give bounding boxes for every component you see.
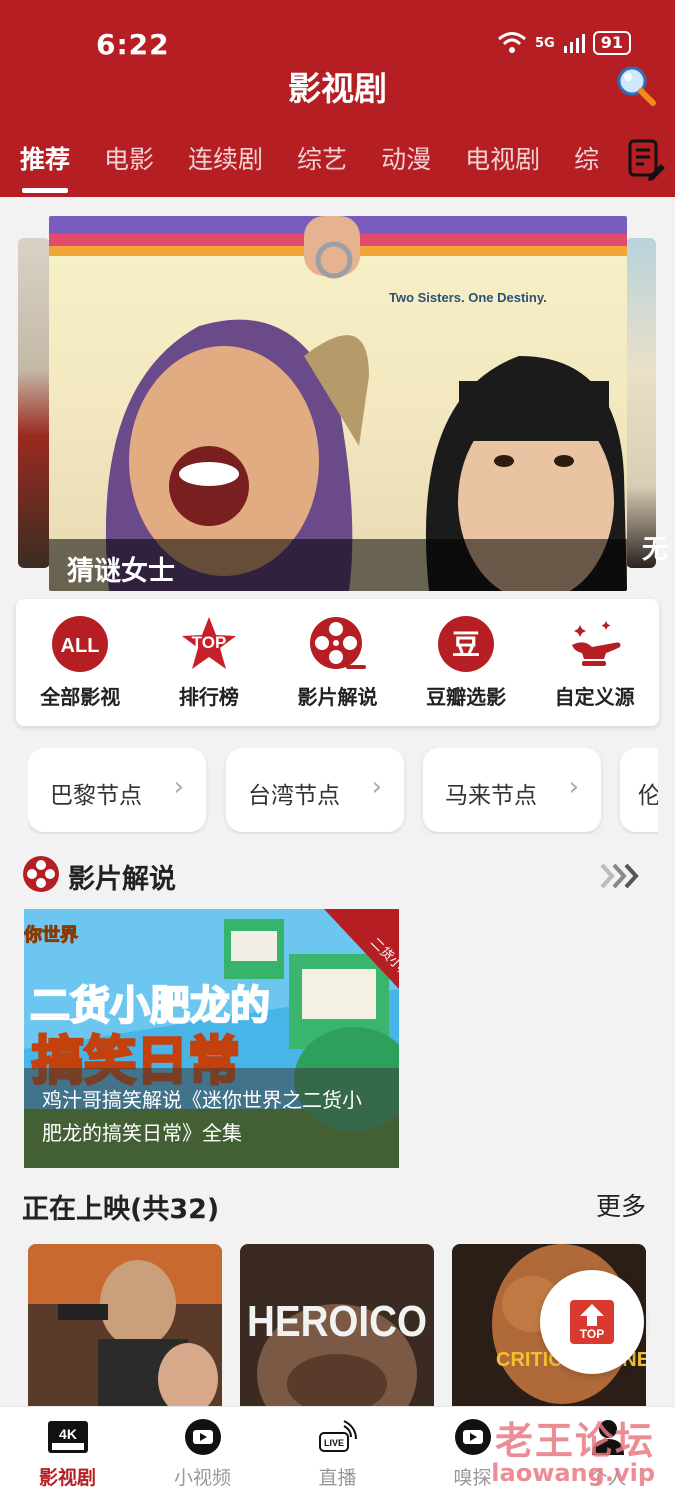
quick-all-videos[interactable]: ALL 全部影视 xyxy=(20,615,140,710)
film-reel-icon xyxy=(23,856,59,892)
banner-next-slide[interactable]: 无 xyxy=(626,238,668,568)
feature-caption: 鸡汁哥搞笑解说《迷你世界之二货小肥龙的搞笑日常》全集 xyxy=(42,1088,362,1145)
chevron-right-icon: › xyxy=(173,772,184,802)
watermark-text: 老王论坛 xyxy=(494,1419,655,1463)
node-label: 巴黎节点 xyxy=(50,783,142,809)
poster-image xyxy=(28,1244,222,1406)
play-circle-icon xyxy=(454,1419,491,1455)
category-tabs: 推荐 电影 连续剧 综艺 动漫 电视剧 综 xyxy=(0,140,600,197)
nav-label: 嗅探 xyxy=(453,1467,492,1489)
section-title: 正在上映(共32) xyxy=(22,1194,220,1225)
tab-series[interactable]: 连续剧 xyxy=(188,140,263,176)
more-arrows-icon[interactable] xyxy=(598,859,642,893)
chevron-right-icon: › xyxy=(371,772,382,802)
banner-caption-bar: 猜谜女士 xyxy=(49,539,627,591)
tab-variety-2[interactable]: 综 xyxy=(574,140,599,176)
quick-all-label: 全部影视 xyxy=(40,685,121,709)
poster-image: HEROICO xyxy=(240,1244,434,1406)
battery-indicator: 91 xyxy=(592,31,631,55)
node-taiwan[interactable]: 台湾节点 › xyxy=(226,748,404,832)
watermark: 老王论坛 laowang.vip xyxy=(491,1410,655,1487)
svg-text:4K: 4K xyxy=(59,1426,77,1442)
film-reel-icon xyxy=(310,617,367,669)
4k-icon: 4K xyxy=(47,1421,88,1453)
nav-live[interactable]: LIVE 直播 xyxy=(273,1407,403,1500)
quick-commentary[interactable]: 影片解说 xyxy=(277,615,397,710)
banner-tagline: Two Sisters. One Destiny. xyxy=(389,290,547,305)
nav-label: 小视频 xyxy=(173,1467,231,1489)
douban-icon: 豆 xyxy=(438,616,495,672)
all-icon: ALL xyxy=(52,616,109,672)
svg-text:豆: 豆 xyxy=(452,628,480,661)
chevron-right-icon: › xyxy=(568,772,579,802)
svg-text:你世界: 你世界 xyxy=(24,924,78,946)
quick-commentary-label: 影片解说 xyxy=(297,685,378,709)
signal-icon xyxy=(563,34,585,53)
section-title: 影片解说 xyxy=(68,864,176,895)
banner-next-caption: 无 xyxy=(642,535,669,565)
page-title: 影视剧 xyxy=(288,69,387,108)
top-arrow-icon: TOP xyxy=(570,1300,614,1344)
nav-movies[interactable]: 4K 影视剧 xyxy=(3,1407,133,1500)
banner-title: 猜谜女士 xyxy=(67,556,175,587)
quick-douban[interactable]: 豆 豆瓣选影 xyxy=(406,615,526,710)
play-circle-icon xyxy=(184,1419,221,1455)
poster-card[interactable] xyxy=(28,1244,222,1406)
watermark-domain: laowang.vip xyxy=(491,1459,655,1487)
poster-title: HEROICO xyxy=(247,1297,427,1346)
tab-tv[interactable]: 电视剧 xyxy=(465,140,540,176)
quick-ranking-label: 排行榜 xyxy=(178,685,239,709)
tab-variety[interactable]: 综艺 xyxy=(297,140,347,176)
nav-label: 直播 xyxy=(318,1467,357,1489)
more-link[interactable]: 更多 xyxy=(596,1187,646,1223)
poster-card[interactable]: HEROICO xyxy=(240,1244,434,1406)
magic-lamp-icon xyxy=(571,621,621,666)
tab-anime[interactable]: 动漫 xyxy=(381,140,431,176)
wifi-icon xyxy=(498,32,526,53)
app-header: 6:22 5G 91 影视剧 推荐 电影 连续剧 综艺 动漫 电视剧 综 xyxy=(0,0,675,197)
feature-caption-bar: 鸡汁哥搞笑解说《迷你世界之二货小肥龙的搞笑日常》全集 xyxy=(24,1068,399,1168)
svg-text:ALL: ALL xyxy=(61,635,100,657)
commentary-feature-card[interactable]: 二货小肥龙 你世界 二货小肥龙的 搞笑日常 鸡汁哥搞笑解说《迷你世界之二货小肥龙… xyxy=(24,909,399,1168)
node-label: 台湾节点 xyxy=(248,783,340,809)
search-icon[interactable] xyxy=(615,64,657,106)
node-label: 伦 xyxy=(638,783,658,809)
node-label: 马来节点 xyxy=(445,783,537,809)
banner-poster-image: Two Sisters. One Destiny. xyxy=(49,216,627,591)
svg-text:TOP: TOP xyxy=(192,633,227,652)
quick-douban-label: 豆瓣选影 xyxy=(426,685,507,709)
edit-notes-icon[interactable] xyxy=(627,138,667,182)
quick-ranking[interactable]: TOP 排行榜 xyxy=(149,615,269,710)
live-icon: LIVE xyxy=(318,1420,357,1452)
banner-prev-slide[interactable] xyxy=(18,238,50,568)
tab-movies[interactable]: 电影 xyxy=(104,140,154,176)
quick-menu: ALL 全部影视 TOP 排行榜 影片解说 豆 豆瓣选影 自定义源 xyxy=(16,599,659,726)
tab-recommend[interactable]: 推荐 xyxy=(20,140,70,193)
nav-short-video[interactable]: 小视频 xyxy=(138,1407,268,1500)
status-time: 6:22 xyxy=(96,28,170,61)
svg-text:LIVE: LIVE xyxy=(323,1438,343,1448)
quick-custom-source[interactable]: 自定义源 xyxy=(535,615,655,710)
back-to-top-button[interactable]: TOP xyxy=(540,1270,644,1374)
server-nodes-row: 巴黎节点 › 台湾节点 › 马来节点 › 伦 xyxy=(28,748,658,834)
status-icons: 5G 91 xyxy=(497,31,631,55)
svg-text:二货小肥龙的: 二货小肥龙的 xyxy=(30,983,270,1029)
quick-custom-label: 自定义源 xyxy=(554,685,635,709)
svg-text:TOP: TOP xyxy=(580,1327,604,1341)
banner-slide[interactable]: Two Sisters. One Destiny. 猜谜女士 xyxy=(49,216,627,591)
network-label: 5G xyxy=(535,35,555,51)
nav-label: 影视剧 xyxy=(38,1467,96,1489)
commentary-section-header: 影片解说 xyxy=(22,855,652,899)
node-london[interactable]: 伦 xyxy=(620,748,658,832)
node-paris[interactable]: 巴黎节点 › xyxy=(28,748,206,832)
top-star-icon: TOP xyxy=(181,617,236,669)
now-showing-header: 正在上映(共32) 更多 xyxy=(22,1185,652,1225)
node-malaysia[interactable]: 马来节点 › xyxy=(423,748,601,832)
